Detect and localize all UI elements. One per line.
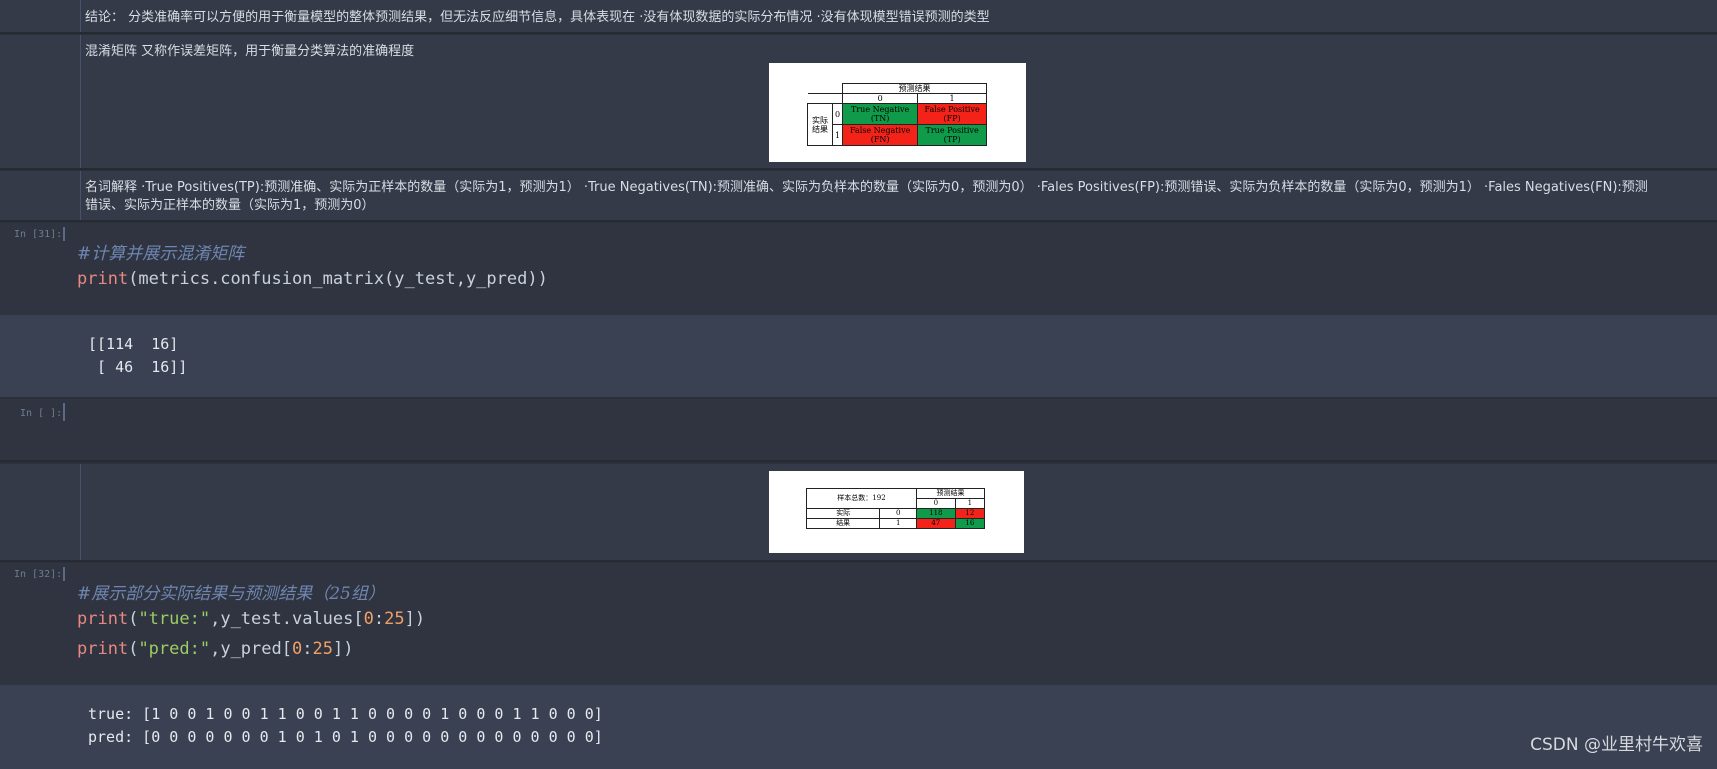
csdn-watermark: CSDN @业里村牛欢喜 <box>1530 735 1703 755</box>
print-keyword: print <box>77 609 129 629</box>
output-line-1: [[114 16] <box>88 335 179 353</box>
confusion-matrix-diagram: 预测结果 0 1 实际结果 0 True Negative (TN) False… <box>769 63 1026 162</box>
cell-prompt: In [ ]: <box>20 408 63 419</box>
string-literal: "pred:" <box>138 639 211 659</box>
confusion-intro-text: 混淆矩阵 又称作误差矩阵，用于衡量分类算法的准确程度 <box>85 44 415 59</box>
print-keyword: print <box>77 639 129 659</box>
true-positive-cell: True Positive (TP) <box>917 124 987 146</box>
cell-prompt: In [32]: <box>14 569 63 580</box>
col-label-0: 0 <box>915 498 956 509</box>
cell-left-border <box>80 464 81 560</box>
code-comment: #计算并展示混淆矩阵 <box>77 244 245 264</box>
string-literal: "true:" <box>138 609 211 629</box>
cell-left-border <box>80 35 81 168</box>
code-line-print-true[interactable]: print("true:",y_test.values[0:25]) <box>77 609 425 629</box>
predicted-result-header: 预测结果 <box>842 83 987 94</box>
confusion-matrix-result-image: 样本总数：192 预测结果 0 1 实际 0 118 12 结果 1 47 16 <box>769 471 1024 553</box>
markdown-cell-confusion-intro[interactable]: 混淆矩阵 又称作误差矩阵，用于衡量分类算法的准确程度 预测结果 0 1 实际结果… <box>0 35 1717 170</box>
cell-left-border <box>80 0 81 32</box>
markdown-cell-conclusion[interactable]: 结论： 分类准确率可以方便的用于衡量模型的整体预测结果，但无法反应细节信息，具体… <box>0 0 1717 34</box>
cell-prompt: In [31]: <box>14 229 63 240</box>
cell-focus-bar <box>63 403 65 421</box>
result-label: 结果 <box>805 518 881 529</box>
paren: ]) <box>404 609 426 629</box>
col-label-1: 1 <box>917 93 987 104</box>
print-keyword: print <box>77 269 129 289</box>
false-negative-cell: False Negative (FN) <box>842 124 919 146</box>
code-cell-31[interactable]: In [31]: #计算并展示混淆矩阵 print(metrics.confus… <box>0 223 1717 397</box>
predicted-result-header: 预测结果 <box>915 488 986 499</box>
value-tn: 118 <box>915 508 956 519</box>
code-cell-empty[interactable]: In [ ]: <box>0 399 1717 462</box>
row-label-1: 1 <box>831 124 844 146</box>
code-comment: #展示部分实际结果与预测结果（25组） <box>77 584 385 604</box>
terms-line-2: 错误、实际为正样本的数量（实际为1，预测为0） <box>85 198 375 213</box>
code-args: ,y_test.values[ <box>210 609 364 629</box>
paren: ( <box>128 639 139 659</box>
paren: ( <box>128 609 139 629</box>
number-literal: 25 <box>312 639 333 659</box>
value-fn: 47 <box>915 518 956 529</box>
markdown-cell-terms[interactable]: 名词解释 ·True Positives(TP):预测准确、实际为正样本的数量（… <box>0 171 1717 222</box>
sample-total-label: 样本总数：192 <box>806 488 917 509</box>
output-area: [[114 16] [ 46 16]] <box>0 315 1717 397</box>
colon: : <box>302 639 313 659</box>
code-line-print[interactable]: print(metrics.confusion_matrix(y_test,y_… <box>77 269 548 289</box>
conclusion-text: 结论： 分类准确率可以方便的用于衡量模型的整体预测结果，但无法反应细节信息，具体… <box>85 10 990 25</box>
paren: ]) <box>332 639 354 659</box>
row-label-0: 0 <box>879 508 917 519</box>
output-area: true: [1 0 0 1 0 0 1 1 0 0 1 1 0 0 0 0 1… <box>0 685 1717 769</box>
markdown-cell-result-image[interactable]: 样本总数：192 预测结果 0 1 实际 0 118 12 结果 1 47 16 <box>0 464 1717 562</box>
value-fp: 12 <box>954 508 986 519</box>
code-line-print-pred[interactable]: print("pred:",y_pred[0:25]) <box>77 639 353 659</box>
false-positive-cell: False Positive (FP) <box>917 103 987 125</box>
number-literal: 0 <box>363 609 374 629</box>
cell-focus-bar <box>63 227 65 241</box>
actual-label: 实际 <box>805 508 881 519</box>
code-cell-32[interactable]: In [32]: #展示部分实际结果与预测结果（25组） print("true… <box>0 563 1717 769</box>
colon: : <box>373 609 385 629</box>
number-literal: 25 <box>384 609 405 629</box>
actual-result-label: 实际结果 <box>807 103 833 146</box>
code-args: (metrics.confusion_matrix(y_test,y_pred)… <box>128 269 548 289</box>
cell-focus-bar <box>63 567 65 581</box>
output-line-2: pred: [0 0 0 0 0 0 0 1 0 1 0 1 0 0 0 0 0… <box>88 728 603 746</box>
output-line-2: [ 46 16]] <box>88 358 188 376</box>
row-label-1: 1 <box>879 518 917 529</box>
col-label-0: 0 <box>842 93 919 104</box>
value-tp: 16 <box>954 518 986 529</box>
cell-left-border <box>80 171 81 220</box>
output-line-1: true: [1 0 0 1 0 0 1 1 0 0 1 1 0 0 0 0 1… <box>88 705 603 723</box>
code-args: ,y_pred[ <box>210 639 292 659</box>
terms-line-1: 名词解释 ·True Positives(TP):预测准确、实际为正样本的数量（… <box>85 180 1648 195</box>
row-label-0: 0 <box>831 103 844 125</box>
number-literal: 0 <box>291 639 303 659</box>
col-label-1: 1 <box>954 498 986 509</box>
true-negative-cell: True Negative (TN) <box>842 103 919 125</box>
